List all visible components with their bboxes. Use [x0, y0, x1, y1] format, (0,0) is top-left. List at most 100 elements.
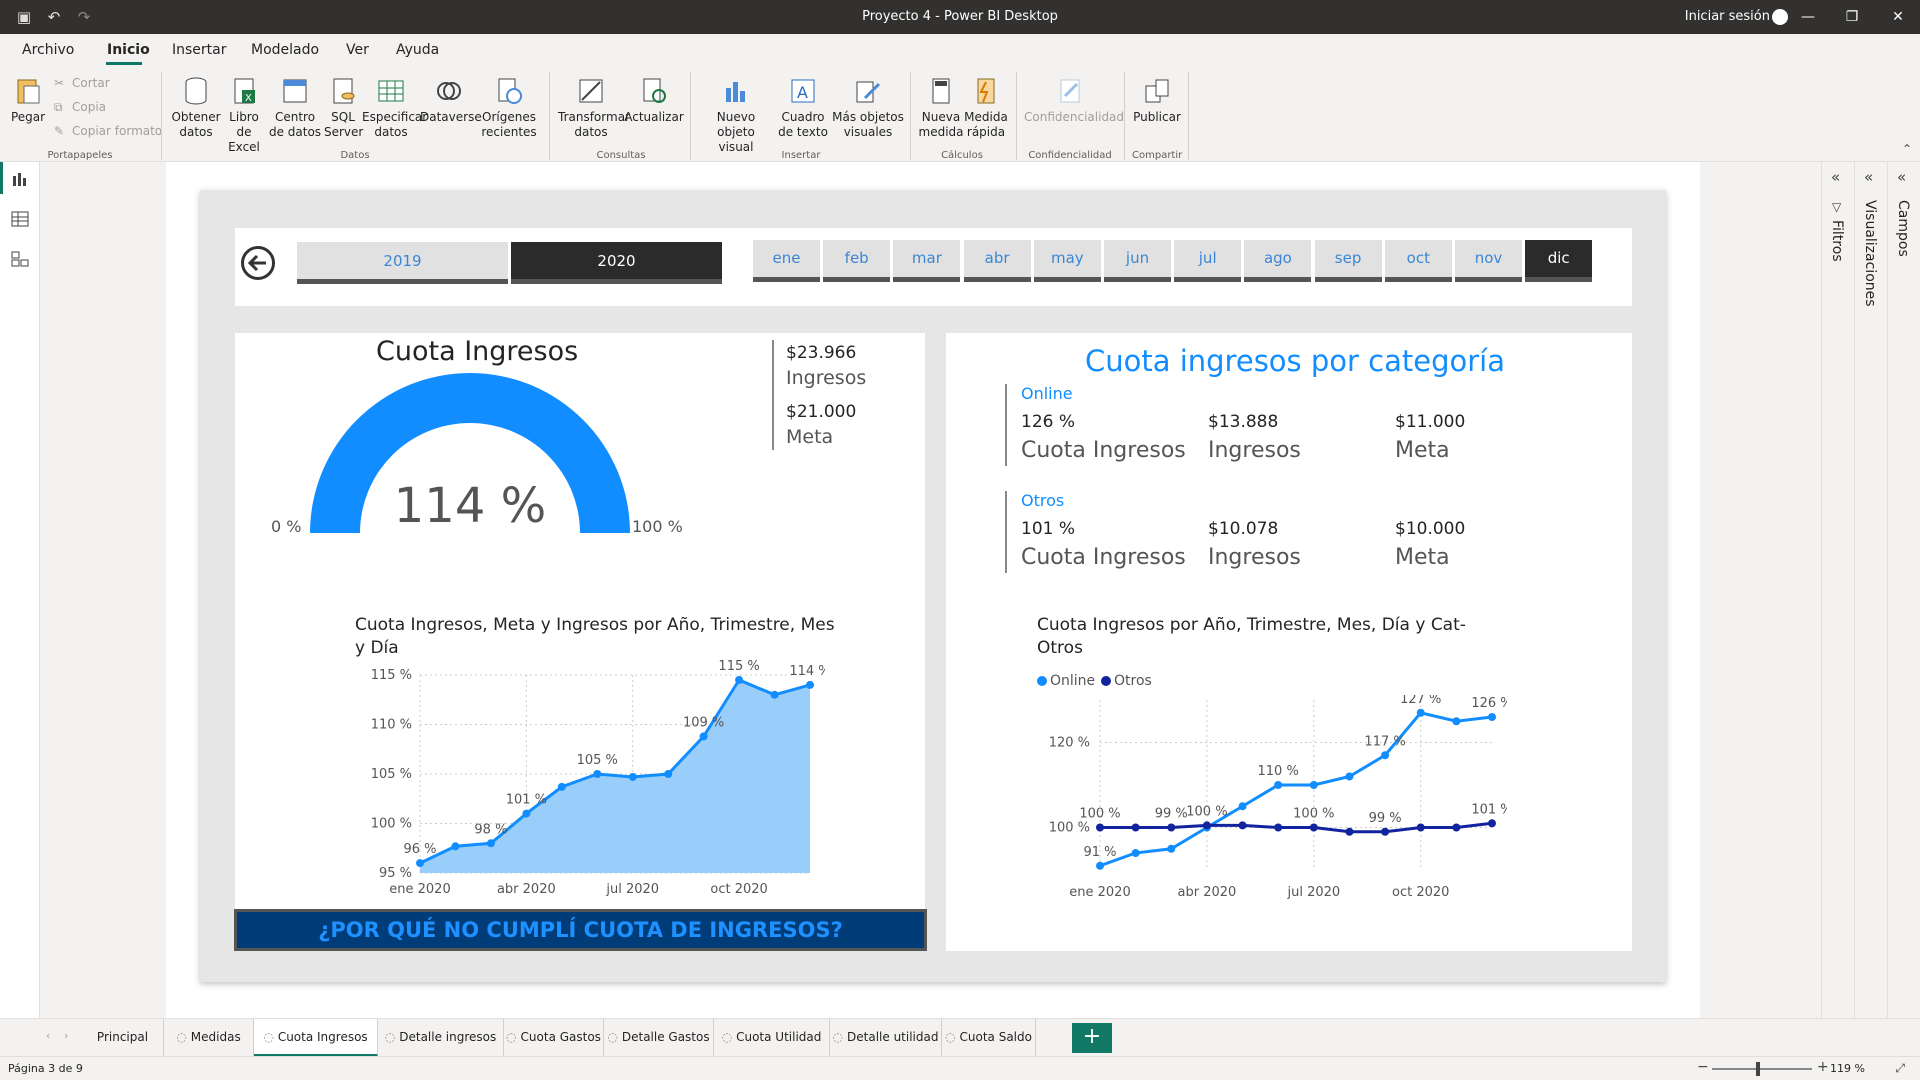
month-ene-button[interactable]: ene — [753, 240, 820, 282]
tab-medidas[interactable]: ◌ Medidas — [164, 1019, 254, 1057]
tab-cuota-ingresos[interactable]: ◌ Cuota Ingresos — [254, 1019, 378, 1057]
new-measure-button[interactable]: Nueva medida — [916, 76, 966, 140]
refresh-button[interactable]: Actualizar — [624, 76, 684, 125]
data-point[interactable] — [1167, 823, 1176, 832]
dataverse-button[interactable]: Dataverse — [420, 76, 482, 125]
month-oct-button[interactable]: oct — [1384, 240, 1452, 282]
data-point[interactable] — [1167, 844, 1176, 853]
month-jun-button[interactable]: jun — [1104, 240, 1171, 282]
copy-button[interactable]: Copia — [72, 100, 106, 114]
data-point[interactable] — [1131, 823, 1140, 832]
chevron-left-icon[interactable]: « — [1897, 168, 1906, 186]
menu-modelado[interactable]: Modelado — [251, 42, 319, 58]
zoom-slider[interactable] — [1712, 1068, 1812, 1070]
publish-button[interactable]: Publicar — [1132, 76, 1182, 125]
report-view-icon[interactable] — [10, 170, 30, 188]
fit-page-icon[interactable]: ⤢ — [1895, 1061, 1905, 1076]
month-nov-button[interactable]: nov — [1455, 240, 1522, 282]
month-dic-button[interactable]: dic — [1525, 240, 1593, 282]
text-box-button[interactable]: A Cuadro de texto — [774, 76, 832, 140]
data-point[interactable] — [1488, 713, 1496, 721]
data-point[interactable] — [1238, 821, 1247, 830]
format-painter-button[interactable]: Copiar formato — [72, 124, 162, 138]
tab-detalle-gastos[interactable]: ◌ Detalle Gastos — [604, 1019, 714, 1057]
back-button[interactable] — [241, 246, 275, 280]
data-point[interactable] — [522, 809, 531, 818]
data-point[interactable] — [1238, 802, 1247, 811]
close-button[interactable]: ✕ — [1886, 6, 1910, 28]
data-point[interactable] — [699, 732, 708, 741]
sql-server-button[interactable]: SQL Server — [324, 76, 363, 140]
data-hub-button[interactable]: Centro de datos — [266, 76, 324, 140]
chevron-left-icon[interactable]: « — [1831, 168, 1840, 186]
month-sep-button[interactable]: sep — [1314, 240, 1382, 282]
add-page-button[interactable]: + — [1072, 1023, 1112, 1053]
data-point[interactable] — [1416, 708, 1425, 717]
data-point[interactable] — [1381, 827, 1390, 836]
restore-button[interactable]: ❐ — [1840, 6, 1864, 28]
data-point[interactable] — [1452, 717, 1461, 726]
fields-pane[interactable]: « Campos — [1887, 162, 1919, 1018]
data-point[interactable] — [735, 675, 744, 684]
year-2019-button[interactable]: 2019 — [297, 242, 508, 284]
month-feb-button[interactable]: feb — [823, 240, 891, 282]
sensitivity-button[interactable]: Confidencialidad — [1024, 76, 1124, 125]
year-2020-button[interactable]: 2020 — [511, 242, 722, 284]
avatar[interactable] — [1772, 9, 1788, 25]
data-point[interactable] — [1202, 821, 1211, 830]
get-data-button[interactable]: Obtener datos — [170, 76, 222, 140]
menu-ver[interactable]: Ver — [346, 42, 369, 58]
data-point[interactable] — [1345, 772, 1354, 781]
data-point[interactable] — [416, 859, 424, 868]
zoom-slider-thumb[interactable] — [1756, 1062, 1760, 1076]
data-view-icon[interactable] — [10, 210, 30, 228]
data-point[interactable] — [1096, 861, 1104, 870]
menu-inicio[interactable]: Inicio — [107, 42, 150, 58]
tab-principal[interactable]: Principal — [82, 1019, 164, 1057]
why-not-met-button[interactable]: ¿POR QUÉ NO CUMPLÍ CUOTA DE INGRESOS? — [234, 909, 927, 951]
data-point[interactable] — [664, 770, 673, 778]
tab-scroll-left-icon[interactable]: ‹ — [46, 1029, 50, 1042]
paste-button[interactable]: Pegar — [8, 76, 48, 125]
enter-data-button[interactable]: Especificar datos — [362, 76, 427, 140]
data-point[interactable] — [1131, 849, 1140, 857]
chevron-left-icon[interactable]: « — [1864, 168, 1873, 186]
data-point[interactable] — [1309, 781, 1318, 789]
data-point[interactable] — [1416, 823, 1425, 832]
tab-cuota-saldo[interactable]: ◌ Cuota Saldo — [942, 1019, 1036, 1057]
data-point[interactable] — [628, 772, 637, 781]
data-point[interactable] — [1345, 827, 1354, 836]
legend-online[interactable]: Online — [1037, 673, 1095, 689]
minimize-button[interactable]: — — [1796, 6, 1820, 28]
new-visual-button[interactable]: Nuevo objeto visual — [698, 76, 774, 155]
menu-archivo[interactable]: Archivo — [22, 42, 74, 58]
ribbon-collapse-icon[interactable]: ⌃ — [1902, 142, 1912, 156]
cut-button[interactable]: Cortar — [72, 76, 110, 90]
zoom-in-button[interactable]: + — [1817, 1059, 1829, 1075]
sign-in-link[interactable]: Iniciar sesión — [1685, 9, 1770, 24]
menu-ayuda[interactable]: Ayuda — [396, 42, 439, 58]
transform-data-button[interactable]: Transformar datos — [558, 76, 630, 140]
tab-detalle-ingresos[interactable]: ◌ Detalle ingresos — [378, 1019, 504, 1057]
data-point[interactable] — [806, 680, 814, 689]
data-point[interactable] — [1309, 823, 1318, 832]
more-visuals-button[interactable]: Más objetos visuales — [832, 76, 904, 140]
tab-detalle-utilidad[interactable]: ◌ Detalle utilidad — [830, 1019, 942, 1057]
data-point[interactable] — [1274, 781, 1283, 789]
menu-insertar[interactable]: Insertar — [172, 42, 227, 58]
data-point[interactable] — [486, 839, 495, 848]
month-may-button[interactable]: may — [1033, 240, 1101, 282]
recent-sources-button[interactable]: Orígenes recientes — [478, 76, 540, 140]
data-point[interactable] — [593, 770, 602, 778]
month-mar-button[interactable]: mar — [893, 240, 961, 282]
excel-button[interactable]: X Libro de Excel — [222, 76, 266, 155]
legend-otros[interactable]: Otros — [1101, 673, 1152, 689]
month-jul-button[interactable]: jul — [1174, 240, 1242, 282]
quick-measure-button[interactable]: Medida rápida — [964, 76, 1008, 140]
data-point[interactable] — [1274, 823, 1283, 832]
data-point[interactable] — [1096, 823, 1104, 832]
tab-cuota-utilidad[interactable]: ◌ Cuota Utilidad — [714, 1019, 830, 1057]
data-point[interactable] — [770, 690, 779, 699]
tab-cuota-gastos[interactable]: ◌ Cuota Gastos — [504, 1019, 604, 1057]
filters-pane[interactable]: « ▽ Filtros — [1821, 162, 1853, 1018]
